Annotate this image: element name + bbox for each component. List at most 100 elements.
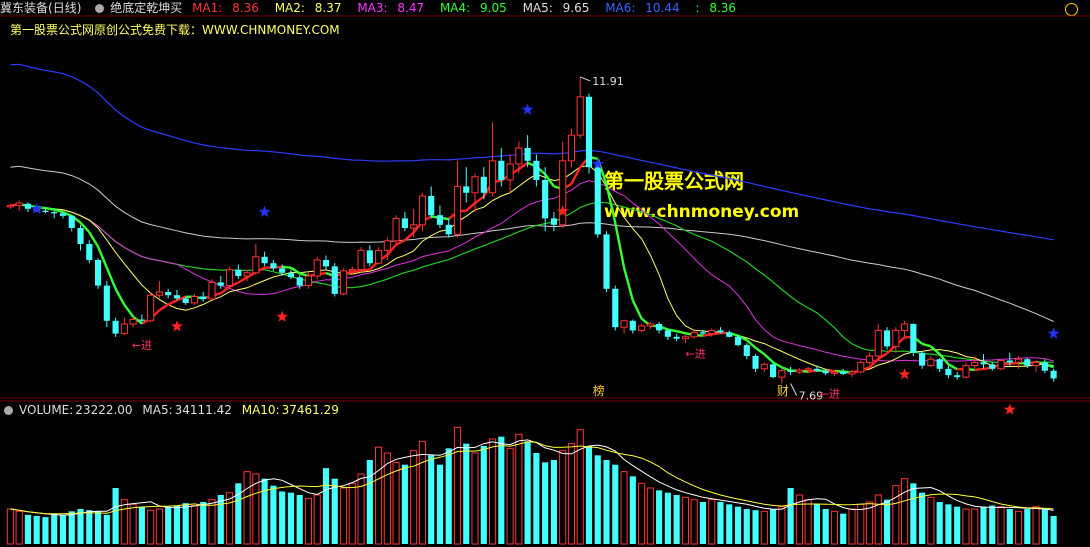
kline-chart[interactable]: 11.917.69←进←进←进榜财	[0, 0, 1090, 547]
ma1-line-segment	[45, 206, 55, 211]
candle-body	[68, 215, 75, 228]
volume-bar	[410, 450, 418, 545]
volume-bar	[366, 460, 373, 544]
candle-body	[919, 352, 926, 366]
candle-body	[322, 260, 330, 267]
ma1-line-segment	[237, 276, 248, 284]
candle-body	[200, 296, 207, 300]
volume-bar	[620, 471, 628, 545]
volume-bar	[1006, 509, 1013, 544]
buy-star	[276, 310, 288, 322]
volume-bar	[200, 502, 207, 544]
ma1-line-segment	[702, 333, 712, 337]
volume-bar	[910, 483, 917, 544]
volume-bar	[383, 452, 391, 545]
candle-body	[681, 336, 689, 340]
candle-body	[997, 359, 1005, 370]
ma1-line-segment	[974, 367, 984, 372]
candle-body	[664, 330, 671, 337]
volume-bar	[901, 478, 909, 545]
volume-bar	[576, 429, 584, 545]
volume-bar	[217, 495, 224, 544]
volume-bar	[357, 473, 365, 545]
candle-body	[155, 291, 163, 296]
candle-body	[629, 320, 636, 331]
volume-bar	[94, 511, 102, 544]
ma1-line-segment	[754, 346, 766, 356]
volume-bar	[874, 494, 882, 545]
volume-bar	[954, 506, 961, 544]
volume-bar	[743, 509, 750, 544]
candle-body	[428, 196, 435, 216]
candle-body	[533, 160, 540, 180]
candle-body	[120, 323, 128, 335]
volume-bar	[348, 482, 356, 545]
volume-bar	[112, 488, 119, 544]
volume-bar	[1050, 516, 1057, 544]
bang-marker: 榜	[593, 383, 605, 398]
candle-body	[752, 356, 759, 369]
candle-body	[339, 270, 348, 295]
candle-body	[235, 269, 242, 276]
candle-body	[646, 323, 654, 327]
volume-bar	[980, 506, 987, 544]
volume-bar	[962, 508, 970, 545]
volume-bar	[813, 504, 820, 544]
volume-bar	[936, 502, 943, 544]
volume-bar	[296, 495, 303, 544]
volume-bar	[612, 464, 619, 544]
candle-body	[576, 96, 584, 136]
candle-body	[857, 361, 865, 373]
candle-body	[129, 319, 137, 325]
volume-bar	[997, 506, 1005, 545]
volume-bar	[392, 461, 400, 545]
volume-bar	[165, 506, 172, 544]
volume-bar	[428, 455, 435, 544]
candle-body	[357, 249, 365, 271]
candle-body	[1041, 362, 1048, 371]
candle-body	[287, 272, 294, 278]
volume-bar	[488, 438, 497, 545]
volume-bar	[989, 505, 996, 544]
ma1-line-segment	[1009, 361, 1019, 365]
volume-bar	[453, 426, 462, 545]
candle-body	[112, 320, 119, 334]
volume-bar	[155, 508, 163, 545]
candle-body	[638, 325, 646, 331]
sell-star	[1047, 327, 1060, 339]
volume-ma10-value: 37461.29	[281, 403, 339, 417]
candle-body	[980, 362, 987, 365]
candle-body	[383, 240, 391, 251]
volume-bar	[919, 492, 926, 544]
volume-bar	[1032, 506, 1040, 545]
volume-bar	[585, 446, 593, 544]
candle-body	[804, 368, 812, 371]
volume-bar	[804, 499, 812, 545]
volume-settings-icon[interactable]	[4, 406, 13, 415]
ma5-line	[10, 165, 1054, 322]
candle-body	[734, 336, 742, 346]
volume-bar	[120, 499, 128, 545]
candle-body	[375, 249, 383, 264]
candle-body	[304, 275, 313, 287]
candle-body	[480, 176, 487, 193]
volume-bar	[734, 506, 742, 544]
candle-body	[726, 332, 733, 337]
candle-body	[892, 329, 900, 347]
candle-body	[936, 359, 943, 369]
volume-bar	[59, 514, 67, 544]
candle-body	[138, 319, 145, 321]
candle-body	[279, 268, 286, 273]
volume-bar	[646, 487, 654, 545]
volume-bar	[1041, 509, 1048, 544]
volume-bar	[760, 510, 768, 545]
candle-body	[15, 202, 23, 207]
ma1-line-segment	[282, 265, 292, 269]
candle-body	[1014, 358, 1023, 363]
buy-star	[898, 368, 911, 380]
candle-body	[778, 370, 786, 378]
volume-value: 23222.00	[75, 403, 133, 417]
candle-body	[418, 195, 426, 226]
candle-body	[620, 320, 628, 328]
candle-body	[567, 134, 576, 162]
